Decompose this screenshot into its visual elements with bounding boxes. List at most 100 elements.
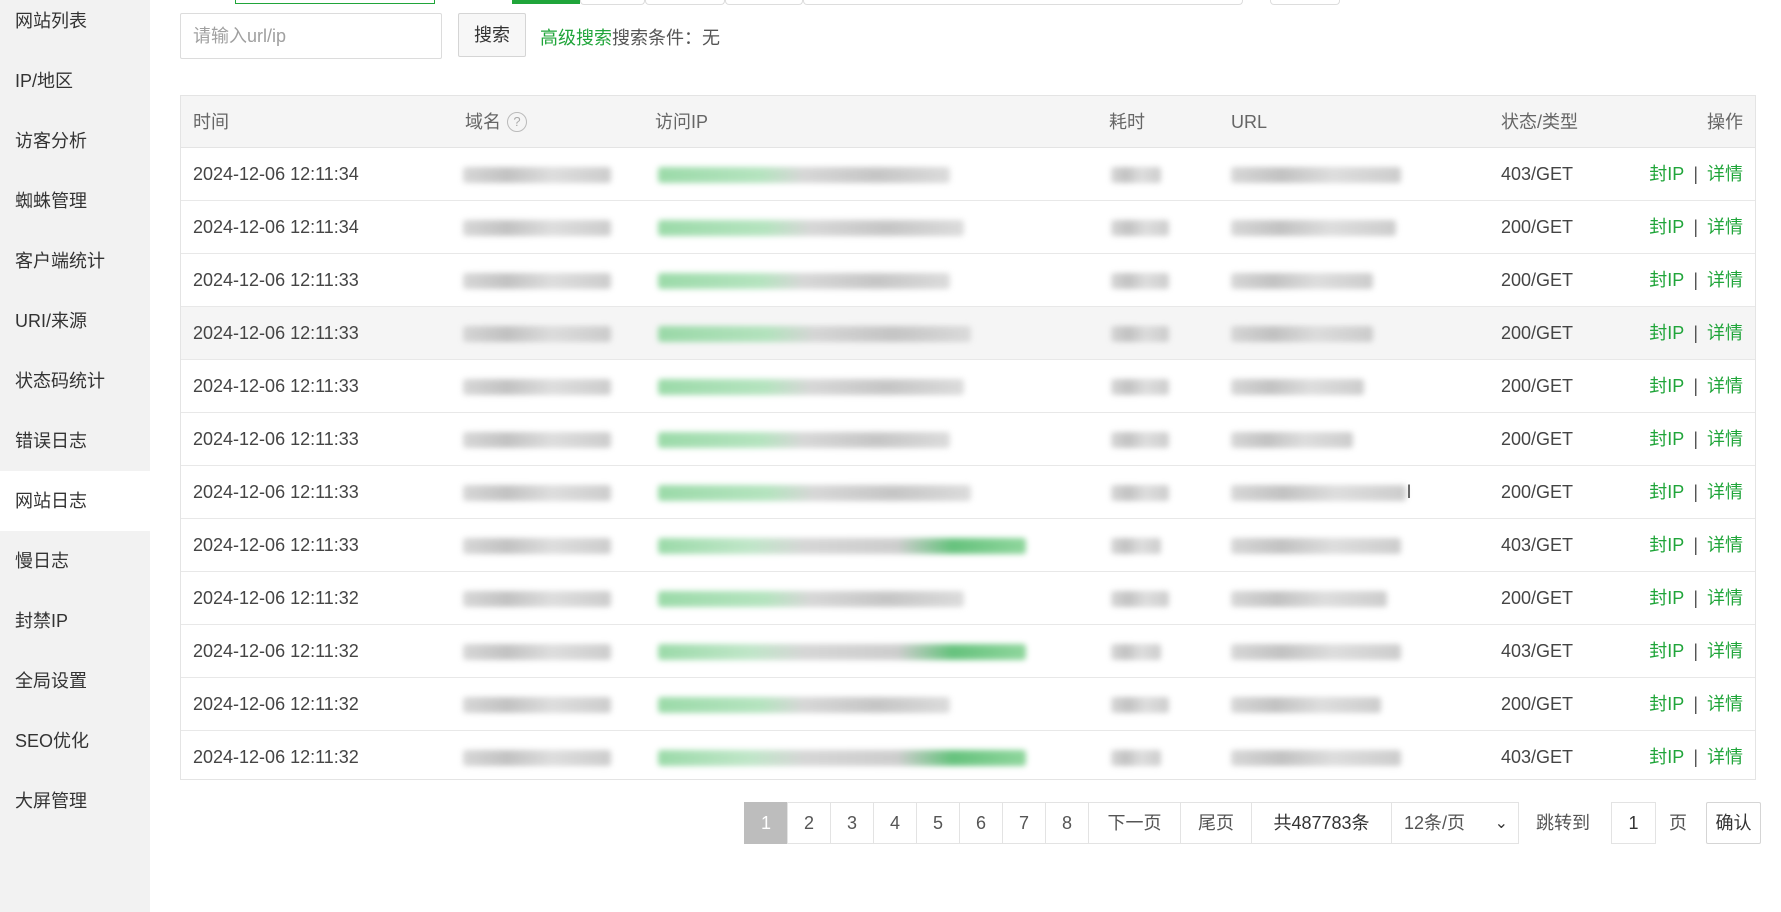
top-field-stub[interactable] [803, 0, 1243, 5]
top-tab-stub[interactable] [645, 0, 725, 5]
redacted-ip [658, 273, 950, 289]
detail-link[interactable]: 详情 [1707, 217, 1743, 237]
page-2[interactable]: 2 [787, 802, 830, 844]
table-row[interactable]: 2024-12-06 12:11:34 403/GET 封IP | 详情 [181, 148, 1755, 201]
redacted-duration [1111, 697, 1169, 713]
page-4[interactable]: 4 [873, 802, 916, 844]
top-tab-active-stub[interactable] [512, 0, 580, 4]
redacted-duration [1111, 591, 1169, 607]
question-circle-icon[interactable]: ? [507, 111, 527, 132]
ban-ip-link[interactable]: 封IP [1649, 217, 1684, 237]
page-8[interactable]: 8 [1045, 802, 1088, 844]
table-row[interactable]: 2024-12-06 12:11:32 200/GET 封IP | 详情 [181, 678, 1755, 731]
redacted-domain [463, 167, 611, 183]
table-row[interactable]: 2024-12-06 12:11:32 403/GET 封IP | 详情 [181, 731, 1755, 784]
detail-link[interactable]: 详情 [1707, 482, 1743, 502]
separator: | [1693, 588, 1698, 608]
redacted-ip [658, 485, 971, 501]
header-url: URL [1231, 112, 1268, 132]
page-size-select[interactable]: 12条/页 ⌄ [1391, 802, 1519, 844]
ban-ip-link[interactable]: 封IP [1649, 747, 1684, 767]
page-3[interactable]: 3 [830, 802, 873, 844]
sidebar-item-visitor-analysis[interactable]: 访客分析 [0, 111, 150, 171]
page-7[interactable]: 7 [1002, 802, 1045, 844]
sidebar-item-ip-region[interactable]: IP/地区 [0, 51, 150, 111]
sidebar-item-client-stats[interactable]: 客户端统计 [0, 231, 150, 291]
table-row[interactable]: 2024-12-06 12:11:33 200/GET 封IP | 详情 [181, 254, 1755, 307]
detail-link[interactable]: 详情 [1707, 535, 1743, 555]
sidebar-item-global-settings[interactable]: 全局设置 [0, 651, 150, 711]
table-row[interactable]: 2024-12-06 12:11:33 403/GET 封IP | 详情 [181, 519, 1755, 572]
table-row[interactable]: 2024-12-06 12:11:33 l 200/GET 封IP | 详情 [181, 466, 1755, 519]
sidebar-item-error-log[interactable]: 错误日志 [0, 411, 150, 471]
sidebar-item-site-log[interactable]: 网站日志 [0, 471, 150, 531]
ban-ip-link[interactable]: 封IP [1649, 535, 1684, 555]
redacted-ip [658, 379, 964, 395]
sidebar-item-seo[interactable]: SEO优化 [0, 711, 150, 771]
advanced-search-link[interactable]: 高级搜索 [540, 24, 612, 50]
header-domain: 域名? [465, 96, 527, 148]
last-page-button[interactable]: 尾页 [1180, 802, 1251, 844]
search-button[interactable]: 搜索 [458, 13, 526, 57]
sidebar-item-banned-ip[interactable]: 封禁IP [0, 591, 150, 651]
ban-ip-link[interactable]: 封IP [1649, 694, 1684, 714]
detail-link[interactable]: 详情 [1707, 429, 1743, 449]
top-button-stub[interactable] [1270, 0, 1340, 5]
sidebar-item-big-screen[interactable]: 大屏管理 [0, 771, 150, 831]
confirm-button[interactable]: 确认 [1706, 802, 1761, 844]
redacted-domain [463, 432, 611, 448]
detail-link[interactable]: 详情 [1707, 323, 1743, 343]
table-row[interactable]: 2024-12-06 12:11:34 200/GET 封IP | 详情 [181, 201, 1755, 254]
table-row[interactable]: 2024-12-06 12:11:32 403/GET 封IP | 详情 [181, 625, 1755, 678]
redacted-url [1231, 432, 1353, 448]
search-input[interactable] [180, 13, 442, 59]
page-5[interactable]: 5 [916, 802, 959, 844]
separator: | [1693, 535, 1698, 555]
top-field-stub[interactable] [235, 0, 435, 4]
header-actions: 操作 [1707, 112, 1743, 132]
top-tab-stub[interactable] [580, 0, 645, 5]
top-tab-stub[interactable] [725, 0, 803, 5]
cell-status: 200/GET [1501, 270, 1574, 290]
detail-link[interactable]: 详情 [1707, 694, 1743, 714]
sidebar-item-uri-source[interactable]: URI/来源 [0, 291, 150, 351]
next-page-button[interactable]: 下一页 [1088, 802, 1180, 844]
row-actions: 封IP | 详情 [1649, 678, 1743, 730]
sidebar-item-status-code-stats[interactable]: 状态码统计 [0, 351, 150, 411]
cell-status: 200/GET [1501, 429, 1574, 449]
redacted-duration [1111, 644, 1161, 660]
redacted-ip [658, 644, 1026, 660]
table-row[interactable]: 2024-12-06 12:11:32 200/GET 封IP | 详情 [181, 572, 1755, 625]
goto-page-input[interactable]: 1 [1611, 802, 1656, 844]
ban-ip-link[interactable]: 封IP [1649, 270, 1684, 290]
redacted-domain [463, 220, 611, 236]
sidebar-item-slow-log[interactable]: 慢日志 [0, 531, 150, 591]
redacted-ip [658, 591, 964, 607]
chevron-down-icon: ⌄ [1494, 815, 1508, 832]
detail-link[interactable]: 详情 [1707, 270, 1743, 290]
detail-link[interactable]: 详情 [1707, 164, 1743, 184]
header-domain-label: 域名 [465, 112, 501, 132]
goto-label: 跳转到 [1536, 813, 1590, 833]
detail-link[interactable]: 详情 [1707, 376, 1743, 396]
sidebar-item-site-list[interactable]: 网站列表 [0, 0, 150, 51]
sidebar-item-spider-management[interactable]: 蜘蛛管理 [0, 171, 150, 231]
separator: | [1693, 270, 1698, 290]
detail-link[interactable]: 详情 [1707, 588, 1743, 608]
table-row[interactable]: 2024-12-06 12:11:33 200/GET 封IP | 详情 [181, 360, 1755, 413]
ban-ip-link[interactable]: 封IP [1649, 482, 1684, 502]
ban-ip-link[interactable]: 封IP [1649, 429, 1684, 449]
ban-ip-link[interactable]: 封IP [1649, 588, 1684, 608]
detail-link[interactable]: 详情 [1707, 641, 1743, 661]
cell-url-suffix: l [1407, 482, 1411, 502]
ban-ip-link[interactable]: 封IP [1649, 376, 1684, 396]
table-row[interactable]: 2024-12-06 12:11:33 200/GET 封IP | 详情 [181, 307, 1755, 360]
detail-link[interactable]: 详情 [1707, 747, 1743, 767]
ban-ip-link[interactable]: 封IP [1649, 323, 1684, 343]
page-1[interactable]: 1 [744, 802, 787, 844]
cell-status: 403/GET [1501, 535, 1574, 555]
table-row[interactable]: 2024-12-06 12:11:33 200/GET 封IP | 详情 [181, 413, 1755, 466]
page-6[interactable]: 6 [959, 802, 1002, 844]
ban-ip-link[interactable]: 封IP [1649, 164, 1684, 184]
ban-ip-link[interactable]: 封IP [1649, 641, 1684, 661]
